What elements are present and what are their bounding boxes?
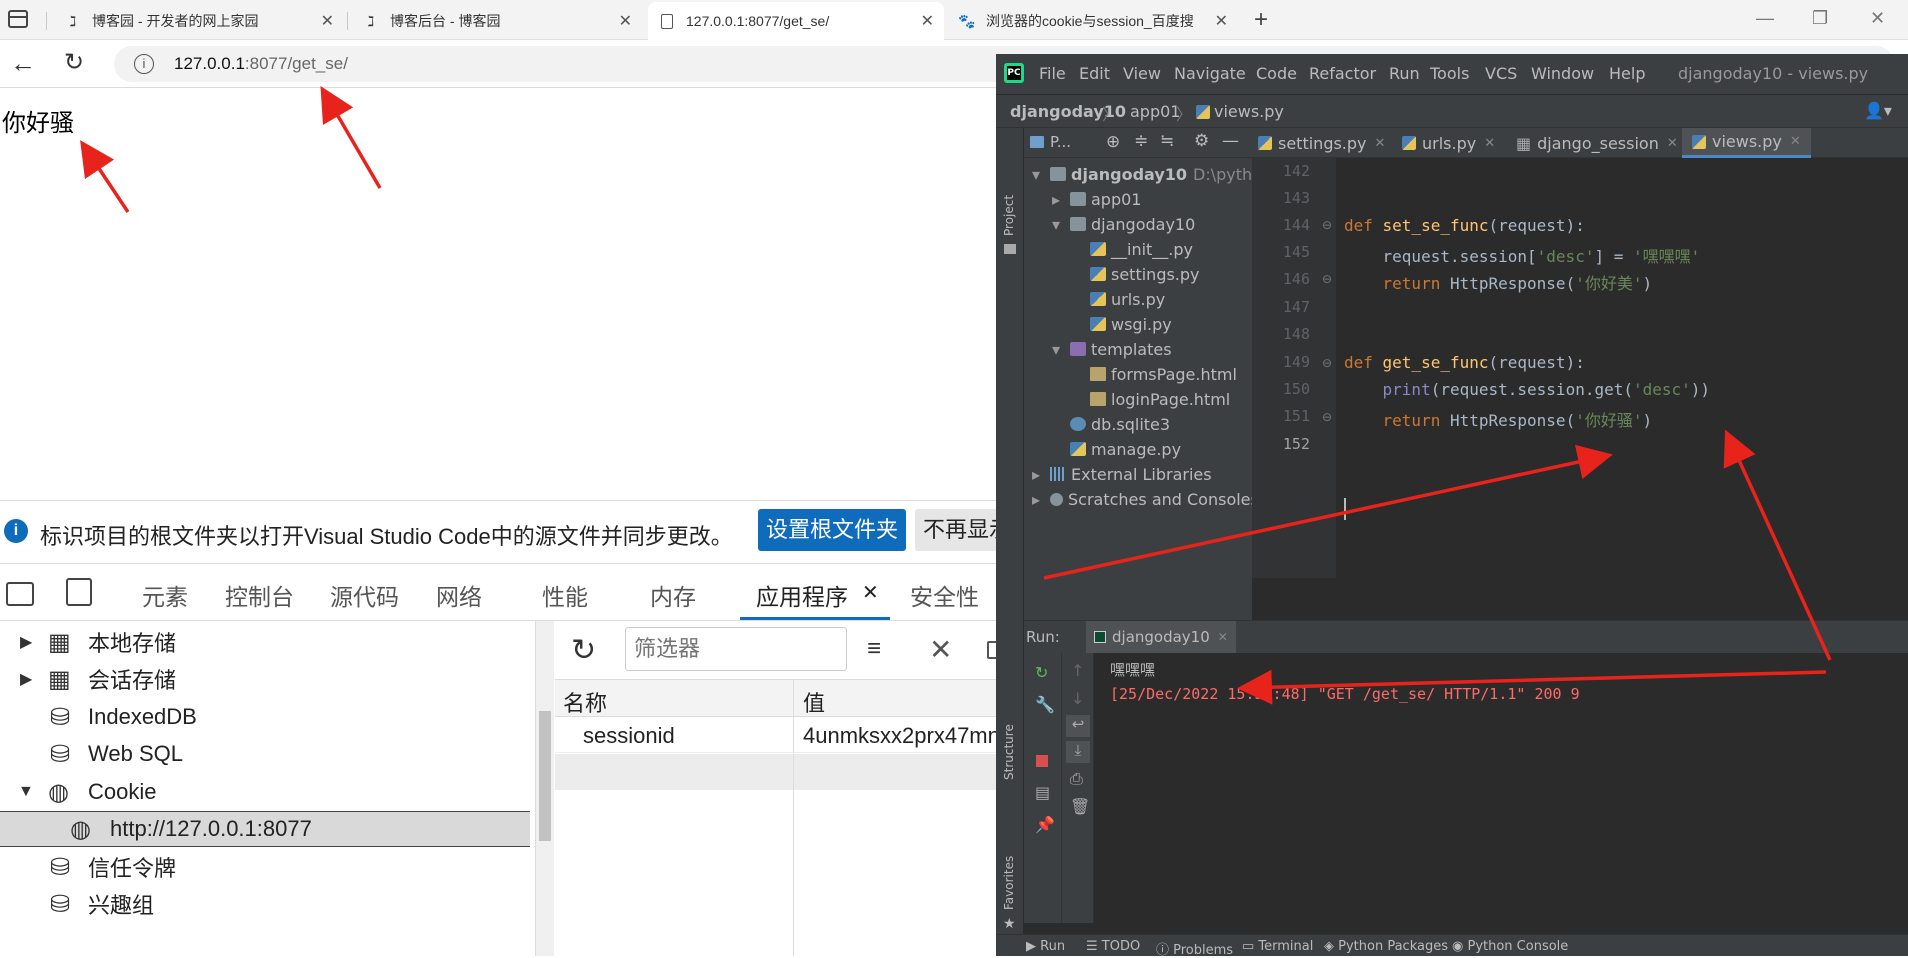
annotation-arrows xyxy=(80,85,1832,705)
annotation-arrow xyxy=(320,85,382,189)
annotation-arrow xyxy=(80,140,130,213)
annotation-arrow xyxy=(1043,444,1613,580)
annotation-arrow xyxy=(1723,429,1832,661)
annotation-arrow xyxy=(1237,669,1827,705)
